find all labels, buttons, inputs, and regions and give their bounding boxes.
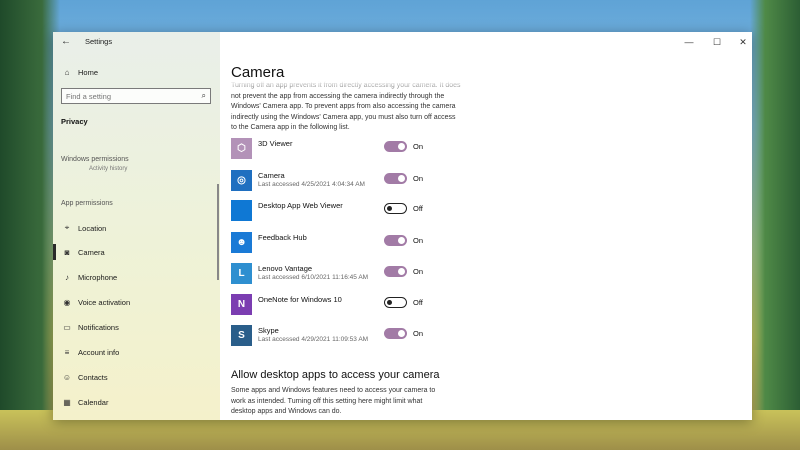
web-viewer-icon xyxy=(231,200,252,221)
sidebar-item-account-info[interactable]: ≡ Account info xyxy=(61,345,120,359)
toggle-3d-viewer[interactable] xyxy=(384,141,407,152)
voice-activation-icon: ◉ xyxy=(63,297,71,307)
3d-viewer-icon: ⬡ xyxy=(231,138,252,159)
category-label: Privacy xyxy=(61,117,88,126)
sidebar-item-label: Calendar xyxy=(78,397,109,407)
search-icon[interactable]: ⌕ xyxy=(202,91,206,101)
contacts-icon: ☺ xyxy=(62,372,72,382)
background-trees-left xyxy=(0,0,60,450)
section-description: Some apps and Windows features need to a… xyxy=(231,387,436,415)
settings-window: ⌂ Home ⌕ Privacy Windows permissions Act… xyxy=(53,32,752,420)
sidebar: ⌂ Home ⌕ Privacy Windows permissions Act… xyxy=(53,32,220,420)
sidebar-scrollbar[interactable] xyxy=(217,184,219,280)
lenovo-vantage-icon: L xyxy=(231,263,252,284)
last-accessed: Last accessed 4/25/2021 4:04:34 AM xyxy=(258,181,365,188)
toggle-lenovo-vantage[interactable] xyxy=(384,266,407,277)
page-title: Camera xyxy=(231,64,285,81)
background-trees-right xyxy=(750,0,800,450)
toggle-feedback-hub[interactable] xyxy=(384,235,407,246)
app-row-onenote: N OneNote for Windows 10 Off xyxy=(231,294,731,318)
app-name: OneNote for Windows 10 xyxy=(258,295,342,304)
sidebar-item-home[interactable]: ⌂ Home xyxy=(61,65,98,79)
windows-permissions-header: Windows permissions xyxy=(61,156,129,163)
microphone-icon: ♪ xyxy=(65,272,69,282)
camera-icon: ◙ xyxy=(64,247,70,257)
app-row-camera: ◎ Camera Last accessed 4/25/2021 4:04:34… xyxy=(231,170,731,194)
main-content: Camera Turning off an app prevents it fr… xyxy=(220,32,752,420)
account-info-icon: ≡ xyxy=(64,347,70,357)
onenote-icon: N xyxy=(231,294,252,315)
app-name: Desktop App Web Viewer xyxy=(258,201,343,210)
skype-icon: S xyxy=(231,325,252,346)
app-row-feedback-hub: ☻ Feedback Hub On xyxy=(231,232,731,256)
app-name: 3D Viewer xyxy=(258,139,293,148)
search-box[interactable]: ⌕ xyxy=(61,88,211,104)
section-title: Allow desktop apps to access your camera xyxy=(231,369,440,381)
toggle-desktop-app-web-viewer[interactable] xyxy=(384,203,407,214)
notifications-icon: ▭ xyxy=(63,322,71,332)
toggle-state: On xyxy=(413,267,424,276)
toggle-skype[interactable] xyxy=(384,328,407,339)
search-input[interactable] xyxy=(66,91,194,102)
toggle-onenote[interactable] xyxy=(384,297,407,308)
feedback-hub-icon: ☻ xyxy=(231,232,252,253)
app-row-desktop-app-web-viewer: Desktop App Web Viewer Off xyxy=(231,200,731,224)
app-row-lenovo-vantage: L Lenovo Vantage Last accessed 6/10/2021… xyxy=(231,263,731,287)
home-label: Home xyxy=(78,67,99,77)
last-accessed: Last accessed 4/29/2021 11:09:53 AM xyxy=(258,336,369,343)
camera-app-icon: ◎ xyxy=(231,170,252,191)
last-accessed: Last accessed 6/10/2021 11:16:45 AM xyxy=(258,274,369,281)
sidebar-item-label: Notifications xyxy=(78,322,119,332)
app-permissions-header: App permissions xyxy=(61,200,113,207)
home-icon: ⌂ xyxy=(64,67,70,77)
sidebar-item-microphone[interactable]: ♪ Microphone xyxy=(61,270,117,284)
sidebar-item-location[interactable]: ⌖ Location xyxy=(61,221,107,235)
selected-indicator xyxy=(53,244,56,260)
toggle-state: On xyxy=(413,174,424,183)
intro-text: Turning off an app prevents it from dire… xyxy=(231,81,463,134)
sidebar-item-label: Account info xyxy=(78,347,120,357)
app-name: Lenovo Vantage xyxy=(258,264,313,273)
back-arrow-icon[interactable]: ← xyxy=(59,36,73,48)
app-row-3d-viewer: ⬡ 3D Viewer On xyxy=(231,138,731,162)
window-title: Settings xyxy=(85,37,113,46)
toggle-state: Off xyxy=(413,298,423,307)
scroll-fade xyxy=(231,81,463,90)
app-name: Skype xyxy=(258,326,279,335)
sidebar-item-notifications[interactable]: ▭ Notifications xyxy=(61,320,119,334)
toggle-state: On xyxy=(413,329,424,338)
app-name: Feedback Hub xyxy=(258,233,307,242)
app-name: Camera xyxy=(258,171,285,180)
sidebar-item-label: Contacts xyxy=(78,372,108,382)
sidebar-item-label: Voice activation xyxy=(78,297,131,307)
sidebar-item-label: Location xyxy=(78,223,107,233)
sidebar-item-calendar[interactable]: ▦ Calendar xyxy=(61,395,108,409)
calendar-icon: ▦ xyxy=(63,397,71,407)
sidebar-item-contacts[interactable]: ☺ Contacts xyxy=(61,370,108,384)
sidebar-item-camera[interactable]: ◙ Camera xyxy=(61,245,105,259)
toggle-state: On xyxy=(413,236,424,245)
sidebar-item-voice-activation[interactable]: ◉ Voice activation xyxy=(61,295,131,309)
toggle-state: Off xyxy=(413,204,423,213)
location-icon: ⌖ xyxy=(64,223,70,232)
toggle-camera[interactable] xyxy=(384,173,407,184)
app-row-skype: S Skype Last accessed 4/29/2021 11:09:53… xyxy=(231,325,731,349)
sidebar-item-label: Microphone xyxy=(78,272,118,282)
sidebar-item-label: Camera xyxy=(78,247,105,257)
toggle-state: On xyxy=(413,142,424,151)
sidebar-item-activity-history[interactable]: Activity history xyxy=(89,166,127,172)
